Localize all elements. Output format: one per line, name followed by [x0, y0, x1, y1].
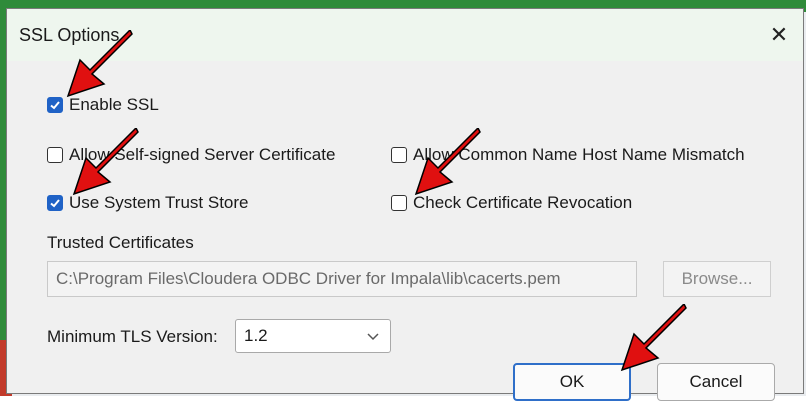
- ok-button-label: OK: [559, 372, 585, 391]
- enable-ssl-label: Enable SSL: [69, 95, 159, 114]
- checkmark-icon: [50, 199, 60, 208]
- min-tls-version-value: 1.2: [244, 326, 268, 345]
- enable-ssl-checkbox[interactable]: [47, 97, 63, 113]
- trusted-certificates-path-value: C:\Program Files\Cloudera ODBC Driver fo…: [56, 269, 561, 288]
- min-tls-version-select[interactable]: 1.2: [235, 319, 391, 353]
- check-revocation-label: Check Certificate Revocation: [413, 193, 633, 212]
- use-system-trust-store-checkbox[interactable]: [47, 195, 63, 211]
- ok-button[interactable]: OK: [513, 363, 631, 401]
- cancel-button-label: Cancel: [689, 372, 743, 391]
- enable-ssl-option[interactable]: Enable SSL: [47, 95, 159, 115]
- cancel-button[interactable]: Cancel: [657, 363, 775, 401]
- trusted-certificates-label: Trusted Certificates: [47, 233, 194, 252]
- browse-button[interactable]: Browse...: [663, 261, 771, 297]
- check-revocation-checkbox[interactable]: [391, 195, 407, 211]
- allow-cn-mismatch-option[interactable]: Allow Common Name Host Name Mismatch: [391, 145, 745, 165]
- checkmark-icon: [50, 101, 60, 110]
- allow-cn-mismatch-checkbox[interactable]: [391, 147, 407, 163]
- allow-self-signed-option[interactable]: Allow Self-signed Server Certificate: [47, 145, 335, 165]
- check-revocation-option[interactable]: Check Certificate Revocation: [391, 193, 632, 213]
- dialog-title: SSL Options: [19, 25, 120, 45]
- browse-button-label: Browse...: [681, 269, 753, 288]
- use-system-trust-store-label: Use System Trust Store: [69, 193, 249, 212]
- chevron-down-icon: [366, 328, 380, 348]
- close-button[interactable]: ✕: [763, 19, 795, 51]
- allow-cn-mismatch-label: Allow Common Name Host Name Mismatch: [413, 145, 745, 164]
- close-icon: ✕: [769, 22, 789, 47]
- allow-self-signed-label: Allow Self-signed Server Certificate: [69, 145, 336, 164]
- min-tls-version-label: Minimum TLS Version:: [47, 327, 218, 346]
- ssl-options-dialog: SSL Options ✕ Enable SSL Allow Self-sign…: [6, 8, 804, 401]
- trusted-certificates-path-field[interactable]: C:\Program Files\Cloudera ODBC Driver fo…: [47, 261, 637, 297]
- title-bar: SSL Options ✕: [7, 9, 803, 61]
- allow-self-signed-checkbox[interactable]: [47, 147, 63, 163]
- use-system-trust-store-option[interactable]: Use System Trust Store: [47, 193, 249, 213]
